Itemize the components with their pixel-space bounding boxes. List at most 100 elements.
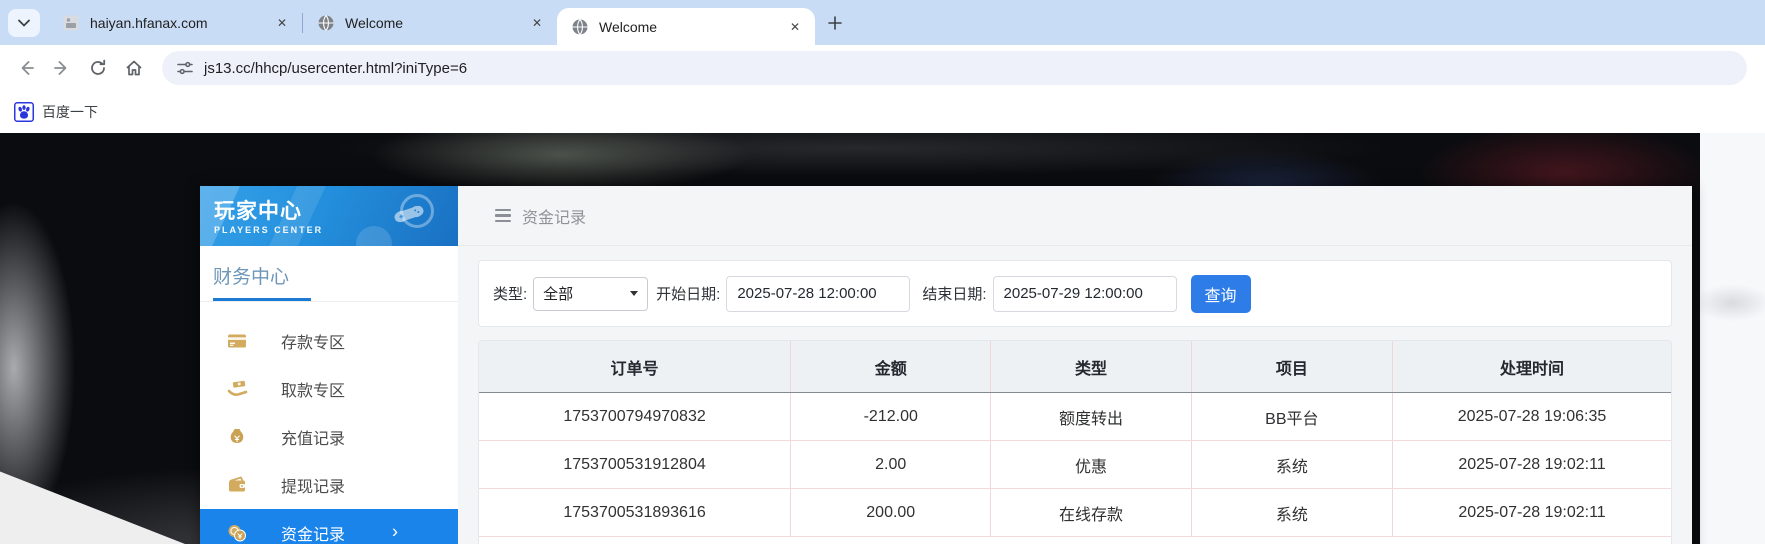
column-header: 处理时间 — [1392, 341, 1671, 392]
funds-table: 订单号 金额 类型 项目 处理时间 1753700794970832 -212.… — [478, 340, 1672, 544]
sidebar-item-label: 提现记录 — [281, 479, 346, 496]
chevron-right-icon: › — [392, 521, 398, 542]
forward-button[interactable] — [44, 50, 80, 86]
tab-strip: haiyan.hfanax.com ✕ Welcome ✕ Welcome ✕ — [0, 0, 1765, 45]
sidebar-menu: 存款专区 取款专区 充值记录 提现记录 资金记录 › — [200, 317, 458, 544]
tab-welcome-2-active[interactable]: Welcome ✕ — [557, 8, 815, 45]
search-button[interactable]: 查询 — [1190, 274, 1251, 313]
section-title: 财务中心 — [213, 267, 290, 288]
cell-type: 额度转出 — [990, 393, 1190, 440]
sidebar-item-funds-records[interactable]: 资金记录 › — [200, 509, 458, 544]
table-row: 1753700531893616 200.00 在线存款 系统 2025-07-… — [479, 489, 1671, 537]
tab-title: haiyan.hfanax.com — [90, 14, 208, 31]
content-header: 资金记录 — [458, 186, 1692, 246]
cell-project: 系统 — [1190, 441, 1392, 488]
column-header: 订单号 — [610, 360, 659, 378]
start-date-input[interactable] — [726, 275, 911, 312]
sidebar-item-recharge-records[interactable]: 充值记录 — [200, 413, 458, 461]
back-button[interactable] — [8, 50, 44, 86]
cell-time: 2025-07-28 19:02:11 — [1392, 489, 1671, 536]
address-bar[interactable]: js13.cc/hhcp/usercenter.html?iniType=6 — [162, 51, 1747, 85]
tab-search-button[interactable] — [8, 8, 40, 37]
bookmark-baidu[interactable]: 百度一下 — [14, 102, 98, 122]
url-text: js13.cc/hhcp/usercenter.html?iniType=6 — [204, 59, 468, 77]
type-label: 类型: — [493, 286, 528, 303]
section-underline — [213, 298, 311, 301]
forward-arrow-icon — [54, 61, 67, 75]
coins-icon — [228, 525, 246, 542]
cell-order-no: 1753700531893616 — [563, 503, 706, 521]
back-arrow-icon — [21, 61, 34, 75]
cell-order-no: 1753700531912804 — [563, 455, 706, 473]
tab-title: Welcome — [599, 18, 658, 35]
sidebar: 玩家中心 PLAYERS CENTER 财务中心 存款专区 取款专区 充值记录 … — [200, 186, 458, 544]
reload-button[interactable] — [80, 50, 116, 86]
cell-time: 2025-07-28 19:06:35 — [1392, 393, 1671, 440]
table-row: 1753700531912804 2.00 优惠 系统 2025-07-28 1… — [479, 441, 1671, 489]
bookmark-label: 百度一下 — [42, 104, 98, 120]
cell-order-no: 1753700794970832 — [563, 407, 706, 425]
home-button[interactable] — [116, 50, 152, 86]
type-select-value: 全部 — [543, 286, 574, 303]
sidebar-item-label: 取款专区 — [281, 383, 346, 400]
tab-title: Welcome — [345, 14, 404, 31]
home-icon — [126, 60, 142, 76]
wallet-icon — [229, 476, 245, 492]
cell-project: BB平台 — [1190, 393, 1392, 440]
sidebar-item-label: 存款专区 — [281, 335, 346, 352]
sidebar-item-label: 资金记录 — [281, 527, 346, 544]
cell-type: 优惠 — [990, 441, 1190, 488]
cell-time: 2025-07-28 19:02:11 — [1392, 441, 1671, 488]
column-header: 项目 — [1190, 341, 1392, 392]
players-center-title: 玩家中心 — [214, 200, 302, 223]
table-row: 1753700794970832 -212.00 额度转出 BB平台 2025-… — [479, 393, 1671, 441]
bookmarks-bar: 百度一下 — [0, 91, 1765, 133]
baidu-paw-icon — [14, 102, 34, 122]
page-favicon-icon — [63, 15, 79, 30]
players-center-subtitle: PLAYERS CENTER — [214, 225, 324, 235]
plus-icon — [828, 15, 842, 30]
column-header: 类型 — [990, 341, 1190, 392]
sidebar-item-withdraw-zone[interactable]: 取款专区 — [200, 365, 458, 413]
browser-window: haiyan.hfanax.com ✕ Welcome ✕ Welcome ✕ — [0, 0, 1765, 544]
tab-close-icon[interactable]: ✕ — [527, 13, 547, 33]
tab-haiyan[interactable]: haiyan.hfanax.com ✕ — [48, 0, 302, 45]
site-settings-icon — [177, 61, 193, 75]
tab-close-icon[interactable]: ✕ — [272, 13, 292, 33]
bank-card-icon — [228, 334, 246, 348]
globe-favicon-icon — [318, 14, 334, 31]
cell-amount: 2.00 — [790, 441, 990, 488]
banner-circle-decor — [400, 194, 434, 228]
new-tab-button[interactable] — [821, 9, 849, 37]
cell-amount: 200.00 — [790, 489, 990, 536]
money-bag-icon — [230, 429, 244, 443]
sidebar-item-deposit-zone[interactable]: 存款专区 — [200, 317, 458, 365]
players-center-banner: 玩家中心 PLAYERS CENTER — [200, 186, 458, 246]
reload-icon — [91, 59, 106, 75]
banner-bubble-decor — [356, 226, 392, 246]
type-select[interactable]: 全部 — [533, 276, 649, 311]
end-date-label: 结束日期: — [922, 286, 987, 303]
user-center-panel: 玩家中心 PLAYERS CENTER 财务中心 存款专区 取款专区 充值记录 … — [200, 186, 1692, 544]
menu-toggle-icon[interactable] — [495, 208, 511, 223]
sidebar-item-label: 充值记录 — [281, 431, 346, 448]
page-viewport: 玩家中心 PLAYERS CENTER 财务中心 存款专区 取款专区 充值记录 … — [0, 133, 1765, 544]
tab-close-icon[interactable]: ✕ — [785, 17, 805, 37]
cell-project: 系统 — [1190, 489, 1392, 536]
page-title: 资金记录 — [522, 209, 587, 227]
cell-amount: -212.00 — [790, 393, 990, 440]
start-date-label: 开始日期: — [656, 286, 721, 303]
gamepad-icon — [394, 205, 424, 223]
main-content: 资金记录 类型: 全部 开始日期: 结束日期: 查询 订单号 — [458, 186, 1692, 544]
column-header: 金额 — [790, 341, 990, 392]
sidebar-item-withdrawal-records[interactable]: 提现记录 — [200, 461, 458, 509]
tab-welcome-1[interactable]: Welcome ✕ — [303, 0, 557, 45]
globe-favicon-icon — [572, 18, 588, 35]
table-row-partial — [479, 537, 1671, 544]
end-date-input[interactable] — [992, 275, 1177, 312]
browser-toolbar: js13.cc/hhcp/usercenter.html?iniType=6 — [0, 45, 1765, 91]
chevron-down-icon — [18, 19, 30, 27]
scrollbar-strip[interactable] — [1700, 133, 1765, 544]
filter-bar: 类型: 全部 开始日期: 结束日期: 查询 — [478, 260, 1672, 327]
sidebar-section: 财务中心 — [200, 246, 458, 302]
